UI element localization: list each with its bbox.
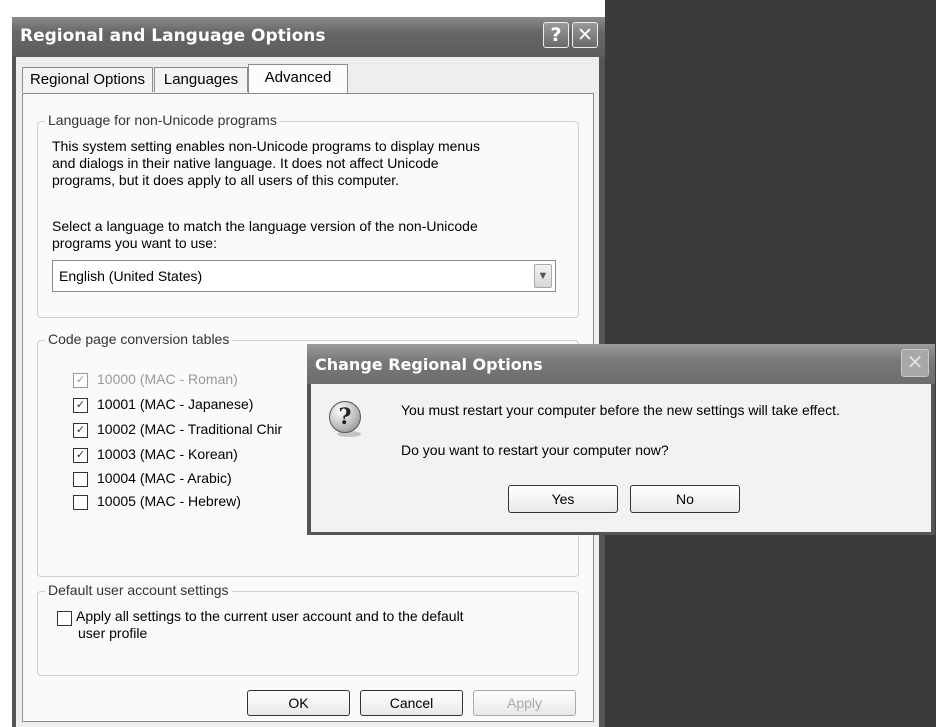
codepage-label-10000: 10000 (MAC - Roman) — [97, 371, 238, 387]
default-user-group-label: Default user account settings — [45, 582, 232, 598]
apply-default-user-checkbox[interactable] — [57, 611, 72, 626]
dialog-client-area: ? You must restart your computer before … — [311, 384, 931, 532]
codepage-label-10004: 10004 (MAC - Arabic) — [97, 470, 232, 486]
change-regional-options-dialog: Change Regional Options ✕ ? You must res… — [307, 344, 935, 535]
help-button[interactable]: ? — [543, 22, 569, 48]
left-margin — [0, 0, 12, 727]
codepage-checkbox-10002[interactable]: ✓ — [73, 423, 88, 438]
nonunicode-prompt: Select a language to match the language … — [52, 218, 478, 251]
ok-button[interactable]: OK — [247, 690, 350, 716]
tab-advanced[interactable]: Advanced — [248, 64, 348, 93]
cancel-button[interactable]: Cancel — [360, 690, 463, 716]
apply-button[interactable]: Apply — [473, 690, 576, 716]
window-title: Regional and Language Options — [20, 26, 326, 46]
codepage-label-10002: 10002 (MAC - Traditional Chir — [97, 421, 283, 437]
codepage-label-10001: 10001 (MAC - Japanese) — [97, 396, 254, 412]
codepage-checkbox-10001[interactable]: ✓ — [73, 398, 88, 413]
language-select-value: English (United States) — [59, 268, 203, 284]
codepage-label-10005: 10005 (MAC - Hebrew) — [97, 493, 241, 509]
tab-regional-options[interactable]: Regional Options — [22, 67, 153, 92]
dialog-title-bar[interactable]: Change Regional Options ✕ — [307, 344, 935, 384]
dialog-message-line1: You must restart your computer before th… — [401, 402, 840, 418]
question-icon: ? — [329, 401, 361, 433]
nonunicode-group-label: Language for non-Unicode programs — [45, 112, 280, 128]
codepage-checkbox-10004[interactable] — [73, 472, 88, 487]
codepage-group-label: Code page conversion tables — [45, 331, 233, 347]
no-button[interactable]: No — [630, 485, 740, 513]
dialog-title: Change Regional Options — [315, 355, 543, 374]
codepage-checkbox-10005[interactable] — [73, 495, 88, 510]
tab-languages[interactable]: Languages — [154, 67, 248, 92]
nonunicode-description: This system setting enables non-Unicode … — [52, 138, 480, 188]
codepage-checkbox-10000[interactable]: ✓ — [73, 373, 88, 388]
apply-default-user-label: Apply all settings to the current user a… — [76, 608, 464, 641]
dialog-close-button[interactable]: ✕ — [901, 349, 929, 377]
codepage-checkbox-10003[interactable]: ✓ — [73, 448, 88, 463]
title-bar[interactable]: Regional and Language Options ? ✕ — [12, 17, 605, 57]
dialog-message-line2: Do you want to restart your computer now… — [401, 442, 669, 458]
close-button[interactable]: ✕ — [572, 22, 598, 48]
chevron-down-icon[interactable]: ▼ — [534, 264, 552, 288]
codepage-label-10003: 10003 (MAC - Korean) — [97, 446, 238, 462]
language-select[interactable]: English (United States) ▼ — [52, 260, 556, 292]
yes-button[interactable]: Yes — [508, 485, 618, 513]
